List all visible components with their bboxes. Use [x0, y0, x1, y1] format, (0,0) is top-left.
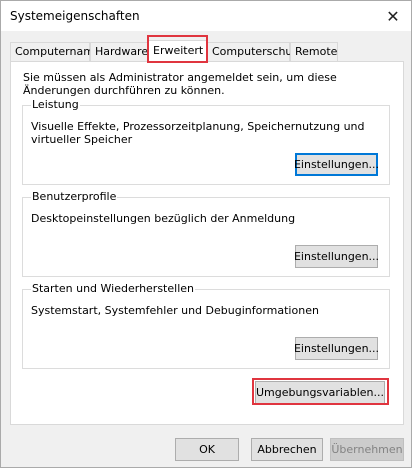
group-text-performance: Visuelle Effekte, Prozessorzeitplanung, …: [31, 120, 365, 146]
group-user-profiles: Benutzerprofile Desktopeinstellungen bez…: [22, 190, 390, 277]
group-title-performance: Leistung: [31, 98, 80, 111]
apply-button[interactable]: Übernehmen: [330, 438, 404, 461]
cancel-button[interactable]: Abbrechen: [251, 438, 323, 461]
tab-remote[interactable]: Remote: [290, 42, 338, 61]
startup-recovery-settings-button[interactable]: Einstellungen...: [294, 337, 379, 360]
performance-settings-button[interactable]: Einstellungen...: [294, 153, 379, 176]
close-icon[interactable]: ✕: [381, 5, 405, 27]
user-profiles-settings-button[interactable]: Einstellungen...: [294, 245, 379, 268]
window-title: Systemeigenschaften: [10, 9, 140, 23]
tab-hardware[interactable]: Hardware: [90, 42, 148, 61]
system-properties-window: Systemeigenschaften ✕ Computername Hardw…: [0, 0, 412, 468]
group-performance: Leistung Visuelle Effekte, Prozessorzeit…: [22, 98, 390, 185]
admin-notice: Sie müssen als Administrator angemeldet …: [23, 71, 337, 97]
group-text-startup-recovery: Systemstart, Systemfehler und Debuginfor…: [31, 304, 319, 317]
group-title-startup-recovery: Starten und Wiederherstellen: [31, 282, 195, 295]
group-text-user-profiles: Desktopeinstellungen bezüglich der Anmel…: [31, 212, 296, 225]
tab-computerschutz[interactable]: Computerschutz: [207, 42, 303, 61]
tab-strip: Computername Hardware Erweitert Computer…: [10, 40, 404, 63]
ok-button[interactable]: OK: [175, 438, 239, 461]
tab-erweitert[interactable]: Erweitert: [148, 40, 207, 63]
group-startup-recovery: Starten und Wiederherstellen Systemstart…: [22, 282, 390, 369]
tab-computername[interactable]: Computername: [10, 42, 101, 61]
title-bar: Systemeigenschaften ✕: [1, 1, 411, 31]
advanced-tab-panel: Sie müssen als Administrator angemeldet …: [10, 61, 404, 425]
environment-variables-button[interactable]: Umgebungsvariablen...: [255, 381, 385, 404]
group-title-user-profiles: Benutzerprofile: [31, 190, 118, 203]
